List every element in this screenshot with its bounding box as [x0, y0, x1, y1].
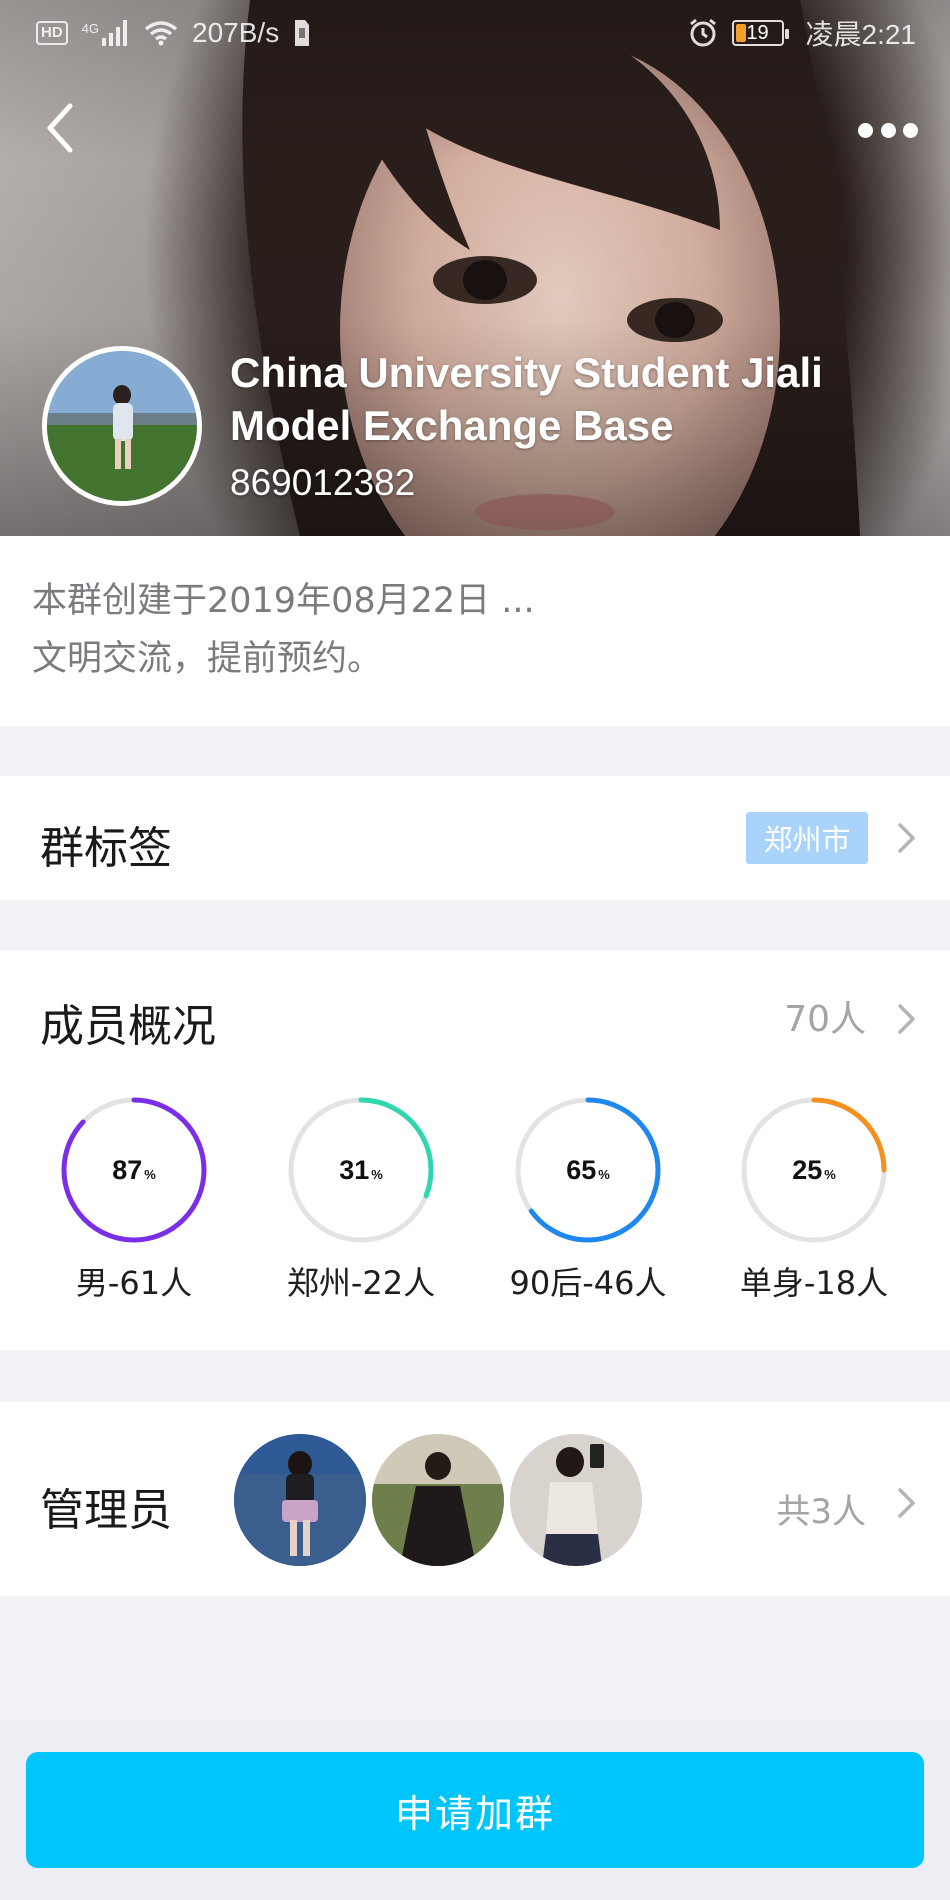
ring-percent: 65% [566, 1154, 610, 1185]
admin-count: 共3人 [776, 1492, 866, 1532]
admins-row[interactable]: 管理员 共3人 [0, 1402, 950, 1596]
chevron-right-icon [898, 823, 915, 853]
sim-icon [295, 20, 310, 46]
signal-icon: 4G [82, 20, 130, 46]
status-time: 凌晨2:21 [805, 19, 917, 50]
admin-avatar[interactable] [234, 1434, 366, 1566]
dot [903, 122, 918, 138]
ring-percent: 31% [339, 1154, 383, 1185]
dot [880, 122, 896, 138]
stat-label: 郑州-22人 [286, 1264, 436, 1302]
chevron-right-icon [898, 1488, 915, 1518]
stat-label: 单身-18人 [739, 1264, 889, 1302]
battery-level: 19 [746, 21, 769, 44]
stat-gender: 87% 男-61人 [34, 1096, 234, 1304]
description-line: 文明交流，提前预约。 [32, 639, 383, 679]
admin-avatar-list [234, 1434, 648, 1566]
join-group-button[interactable]: 申请加群 [26, 1752, 924, 1868]
group-description[interactable]: 本群创建于2019年08月22日 ... 文明交流，提前预约。 [0, 536, 950, 726]
group-tags-row[interactable]: 群标签 郑州市 [0, 776, 950, 900]
ring-percent: 25% [792, 1154, 836, 1185]
hd-badge: HD [36, 21, 68, 45]
dot [858, 122, 873, 138]
group-name: China University Student Jiali Model Exc… [230, 349, 823, 449]
avatar-photo-art [47, 351, 197, 501]
stat-label: 男-61人 [75, 1264, 193, 1302]
members-title: 成员概况 [40, 1001, 216, 1052]
wifi-icon [144, 21, 178, 46]
group-avatar[interactable] [42, 346, 202, 506]
description-line: 本群创建于2019年08月22日 ... [32, 581, 535, 621]
stat-single: 25% 单身-18人 [714, 1096, 914, 1304]
alarm-icon [689, 18, 716, 47]
group-profile-page: HD 4G 207B/s 19 凌晨2:21 China University … [0, 0, 950, 1900]
more-dots-icon[interactable] [858, 110, 918, 150]
stat-label: 90后-46人 [509, 1264, 667, 1302]
admins-title: 管理员 [40, 1485, 172, 1536]
network-speed: 207B/s [192, 17, 280, 48]
admin-avatar[interactable] [510, 1434, 642, 1566]
chevron-right-icon [898, 1004, 915, 1034]
hero-cover-photo: HD 4G 207B/s 19 凌晨2:21 China University … [0, 0, 950, 536]
stat-location: 31% 郑州-22人 [261, 1096, 461, 1304]
ring-percent: 87% [112, 1154, 156, 1185]
admin-avatar[interactable] [372, 1434, 504, 1566]
member-overview[interactable]: 成员概况 70人 87% 男-61人 31% 郑州-22人 65 % 90后-4… [0, 950, 950, 1350]
group-id: 869012382 [230, 462, 416, 503]
city-tag: 郑州市 [746, 812, 868, 864]
tags-title: 群标签 [40, 823, 172, 874]
member-count: 70人 [784, 999, 866, 1040]
status-bar: HD 4G 207B/s 19 凌晨2:21 [0, 0, 950, 66]
chevron-left-icon[interactable] [40, 100, 80, 156]
battery-icon: 19 [731, 20, 789, 46]
stat-age: 65% 90后-46人 [488, 1096, 688, 1304]
battery-fill [735, 24, 746, 42]
